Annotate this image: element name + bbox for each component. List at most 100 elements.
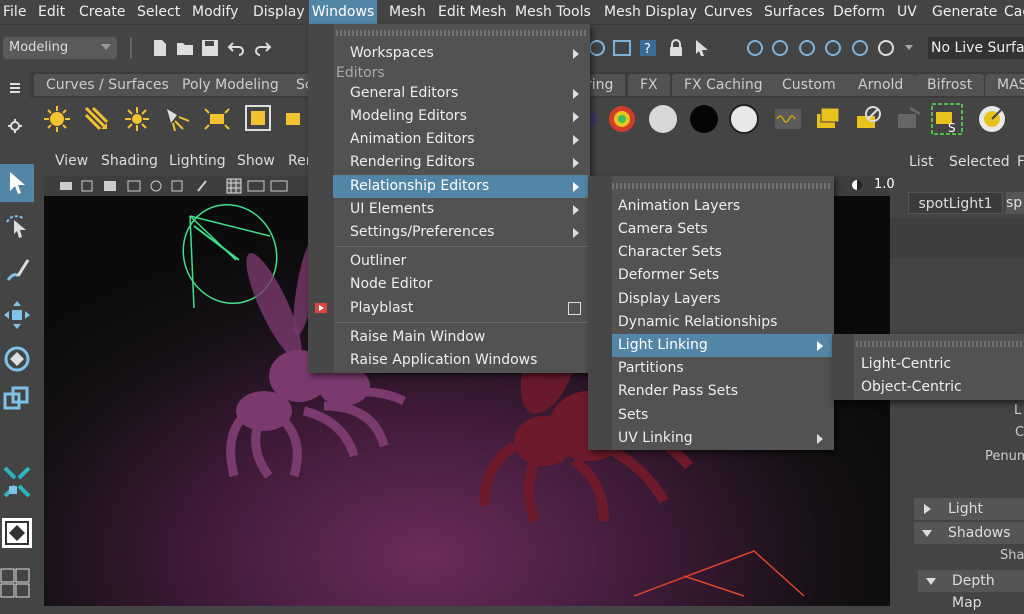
shelf-tab-arnold[interactable]: Arnold [846, 74, 916, 96]
shelf-tab-mash[interactable]: MAS [985, 74, 1024, 96]
menu-deform[interactable]: Deform [833, 0, 885, 24]
tearoff-bar[interactable] [312, 30, 586, 36]
tab-selected[interactable]: Selected [949, 154, 1010, 170]
gear-icon[interactable] [8, 119, 22, 133]
menu-modify[interactable]: Modify [192, 0, 238, 24]
render-s-icon[interactable]: S [930, 102, 964, 136]
panel-menu-show[interactable]: Show [237, 153, 275, 169]
shelf-tab-poly-modeling[interactable]: Poly Modeling [170, 74, 291, 96]
help-icon[interactable]: ? [638, 38, 658, 58]
menu-item-partitions[interactable]: Partitions [588, 357, 834, 380]
ipr-render-icon[interactable] [853, 104, 883, 134]
menu-mesh-tools[interactable]: Mesh Tools [515, 0, 591, 24]
shelf-tab-fx-caching[interactable]: FX Caching [672, 74, 775, 96]
menu-curves[interactable]: Curves [704, 0, 753, 24]
menu-item-node-editor[interactable]: Node Editor [308, 273, 590, 296]
menu-item-camera-sets[interactable]: Camera Sets [588, 218, 834, 241]
snap-point-icon[interactable] [770, 38, 790, 58]
layout-single-button[interactable] [2, 518, 32, 548]
menu-item-animation-layers[interactable]: Animation Layers [588, 195, 834, 218]
option-box-icon[interactable] [568, 302, 581, 315]
section-shadows[interactable]: Shadows [914, 522, 1024, 544]
camera-tools-icon[interactable] [58, 179, 238, 193]
menu-item-workspaces[interactable]: Workspaces [308, 42, 590, 65]
menu-create[interactable]: Create [79, 0, 126, 24]
menu-item-display-layers[interactable]: Display Layers [588, 288, 834, 311]
target-icon[interactable] [975, 102, 1009, 136]
grid-toggle-icon[interactable] [226, 178, 296, 194]
last-tool-button[interactable] [0, 462, 34, 500]
move-tool-button[interactable] [0, 296, 34, 334]
menu-item-dynamic-relationships[interactable]: Dynamic Relationships [588, 311, 834, 334]
snap-curve-icon[interactable] [745, 38, 765, 58]
open-folder-icon[interactable] [175, 38, 195, 58]
lasso-tool-button[interactable] [0, 208, 34, 246]
menu-uv[interactable]: UV [897, 0, 917, 24]
tab-focus[interactable]: F [1017, 154, 1024, 170]
tearoff-bar[interactable] [836, 341, 1024, 347]
snap-surface-icon[interactable] [823, 38, 843, 58]
menu-file[interactable]: File [3, 0, 26, 24]
section-depth-map[interactable]: Depth Map [918, 570, 1024, 611]
menu-item-settings-preferences[interactable]: Settings/Preferences [308, 221, 590, 244]
menu-edit[interactable]: Edit [38, 0, 65, 24]
directional-light-icon[interactable] [83, 105, 111, 133]
menu-item-raise-main-window[interactable]: Raise Main Window [308, 326, 590, 349]
snap-grid-icon[interactable] [587, 38, 607, 58]
area-light-icon[interactable] [203, 105, 231, 133]
white-ball-icon[interactable] [729, 104, 759, 134]
exposure-value[interactable]: 1.0 [874, 177, 895, 192]
hypershade-ball-icon[interactable] [607, 104, 637, 134]
black-ball-icon[interactable] [689, 104, 719, 134]
menu-item-relationship-editors[interactable]: Relationship Editors [333, 175, 588, 198]
layout-four-button[interactable] [0, 566, 34, 600]
menu-item-deformer-sets[interactable]: Deformer Sets [588, 264, 834, 287]
shelf-tab-custom[interactable]: Custom [770, 74, 848, 96]
menu-item-general-editors[interactable]: General Editors [308, 82, 590, 105]
point-light-icon[interactable] [123, 105, 151, 133]
live-surface-field[interactable]: No Live Surface [928, 37, 1024, 59]
node-tab-spotlight1[interactable]: spotLight1 [908, 192, 1003, 214]
menu-select[interactable]: Select [137, 0, 180, 24]
menu-item-render-pass-sets[interactable]: Render Pass Sets [588, 380, 834, 403]
menu-item-character-sets[interactable]: Character Sets [588, 241, 834, 264]
shelf-tab-curves-surfaces[interactable]: Curves / Surfaces [34, 74, 181, 96]
menu-item-modeling-editors[interactable]: Modeling Editors [308, 105, 590, 128]
clapboard-icon[interactable] [813, 104, 843, 134]
paint-select-button[interactable] [0, 252, 34, 290]
shelf-tab-bifrost[interactable]: Bifrost [915, 74, 985, 96]
menu-generate[interactable]: Generate [932, 0, 997, 24]
menu-item-object-centric[interactable]: Object-Centric [832, 376, 1024, 399]
spot-light-icon[interactable] [163, 105, 191, 133]
chevron-down-icon[interactable] [905, 45, 913, 50]
exposure-icon[interactable] [852, 180, 862, 190]
lambert-ball-icon[interactable] [648, 104, 678, 134]
menu-edit-mesh[interactable]: Edit Mesh [438, 0, 506, 24]
menu-item-sets[interactable]: Sets [588, 404, 834, 427]
snap-live-icon[interactable] [850, 38, 870, 58]
new-scene-icon[interactable] [150, 38, 170, 58]
menu-item-light-centric[interactable]: Light-Centric [832, 353, 1024, 376]
volume-light-icon[interactable] [243, 103, 273, 133]
panel-menu-lighting[interactable]: Lighting [169, 153, 226, 169]
render-sequence-icon[interactable] [773, 104, 803, 134]
menu-item-outliner[interactable]: Outliner [308, 250, 590, 273]
camera-icon[interactable] [283, 105, 311, 133]
tab-list[interactable]: List [909, 154, 933, 170]
menu-item-light-linking[interactable]: Light Linking [612, 334, 832, 357]
menu-surfaces[interactable]: Surfaces [764, 0, 825, 24]
menu-set-dropdown[interactable]: Modeling [3, 37, 117, 59]
render-view-icon[interactable] [612, 38, 632, 58]
menu-icon[interactable] [9, 82, 21, 94]
menu-windows[interactable]: Windows [309, 0, 377, 24]
lock-icon[interactable] [666, 38, 686, 58]
menu-item-raise-application-windows[interactable]: Raise Application Windows [308, 349, 590, 372]
shelf-tab-fx[interactable]: FX [628, 74, 670, 96]
panel-menu-shading[interactable]: Shading [101, 153, 158, 169]
menu-item-playblast[interactable]: Playblast [308, 297, 590, 320]
menu-display[interactable]: Display [253, 0, 305, 24]
snap-view-icon[interactable] [797, 38, 817, 58]
menu-item-rendering-editors[interactable]: Rendering Editors [308, 151, 590, 174]
render-settings-icon[interactable] [894, 104, 924, 134]
rotate-tool-button[interactable] [0, 340, 34, 378]
